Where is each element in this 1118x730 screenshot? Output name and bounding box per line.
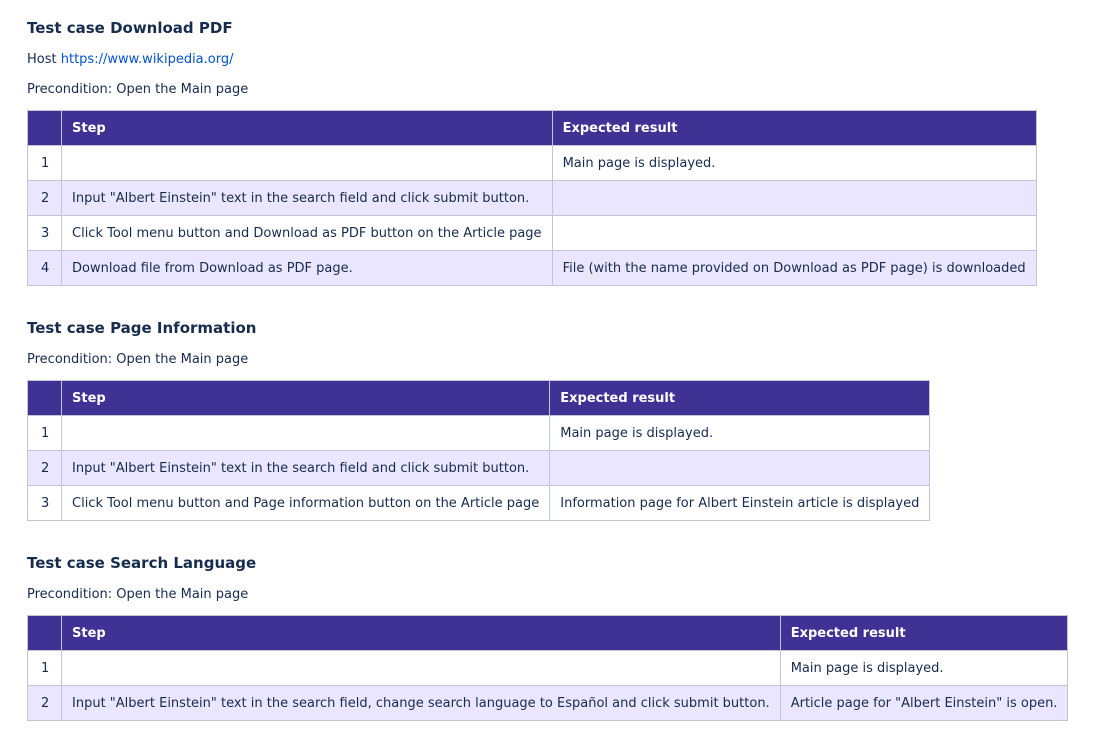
table-header-row: Step Expected result [27,615,1069,651]
row-expected: Main page is displayed. [551,145,1037,181]
header-expected: Expected result [551,110,1037,146]
header-expected: Expected result [779,615,1069,651]
table-row: 1 Main page is displayed. [27,650,1069,686]
header-step: Step [60,380,551,416]
row-step: Click Tool menu button and Download as P… [61,215,553,251]
host-link[interactable]: https://www.wikipedia.org/ [61,52,234,67]
test-case-title: Test case Page Information [27,319,257,337]
table-row: 1 Main page is displayed. [27,415,931,451]
host-line: Host https://www.wikipedia.org/ [27,51,233,69]
table-row: 3 Click Tool menu button and Page inform… [27,485,931,521]
row-step: Click Tool menu button and Page informat… [60,485,551,521]
table-header-row: Step Expected result [27,380,931,416]
table-row: 2 Input "Albert Einstein" text in the se… [27,685,1069,721]
row-expected: Main page is displayed. [779,650,1069,686]
header-num [27,380,62,416]
table-row: 3 Click Tool menu button and Download as… [27,215,1037,251]
precondition-text: Precondition: Open the Main page [27,587,249,602]
steps-table: Step Expected result 1 Main page is disp… [27,380,931,521]
header-step: Step [61,110,553,146]
row-number: 3 [27,485,62,521]
row-number: 4 [27,250,62,286]
header-expected: Expected result [549,380,931,416]
row-number: 1 [27,145,62,181]
row-step [61,145,553,181]
row-expected: Main page is displayed. [549,415,931,451]
steps-table: Step Expected result 1 Main page is disp… [27,615,1069,721]
row-number: 3 [27,215,62,251]
row-step [61,650,781,686]
row-step: Download file from Download as PDF page. [61,250,553,286]
row-number: 2 [27,685,62,721]
row-step: Input "Albert Einstein" text in the sear… [60,450,551,486]
row-expected: Article page for "Albert Einstein" is op… [779,685,1069,721]
precondition-text: Precondition: Open the Main page [27,82,249,97]
header-step: Step [61,615,781,651]
row-expected [549,450,931,486]
row-number: 2 [27,180,62,216]
table-row: 2 Input "Albert Einstein" text in the se… [27,180,1037,216]
test-case-title: Test case Search Language [27,554,257,572]
table-row: 2 Input "Albert Einstein" text in the se… [27,450,931,486]
host-label: Host [27,52,57,67]
row-number: 1 [27,415,62,451]
row-number: 1 [27,650,62,686]
row-step [60,415,551,451]
row-number: 2 [27,450,62,486]
row-step: Input "Albert Einstein" text in the sear… [61,180,553,216]
test-case-title: Test case Download PDF [27,19,233,37]
table-row: 4 Download file from Download as PDF pag… [27,250,1037,286]
header-num [27,110,62,146]
row-expected: Information page for Albert Einstein art… [549,485,931,521]
row-expected: File (with the name provided on Download… [551,250,1037,286]
row-expected [551,215,1037,251]
precondition-text: Precondition: Open the Main page [27,352,249,367]
table-row: 1 Main page is displayed. [27,145,1037,181]
row-expected [551,180,1037,216]
steps-table: Step Expected result 1 Main page is disp… [27,110,1037,286]
table-header-row: Step Expected result [27,110,1037,146]
row-step: Input "Albert Einstein" text in the sear… [61,685,781,721]
header-num [27,615,62,651]
